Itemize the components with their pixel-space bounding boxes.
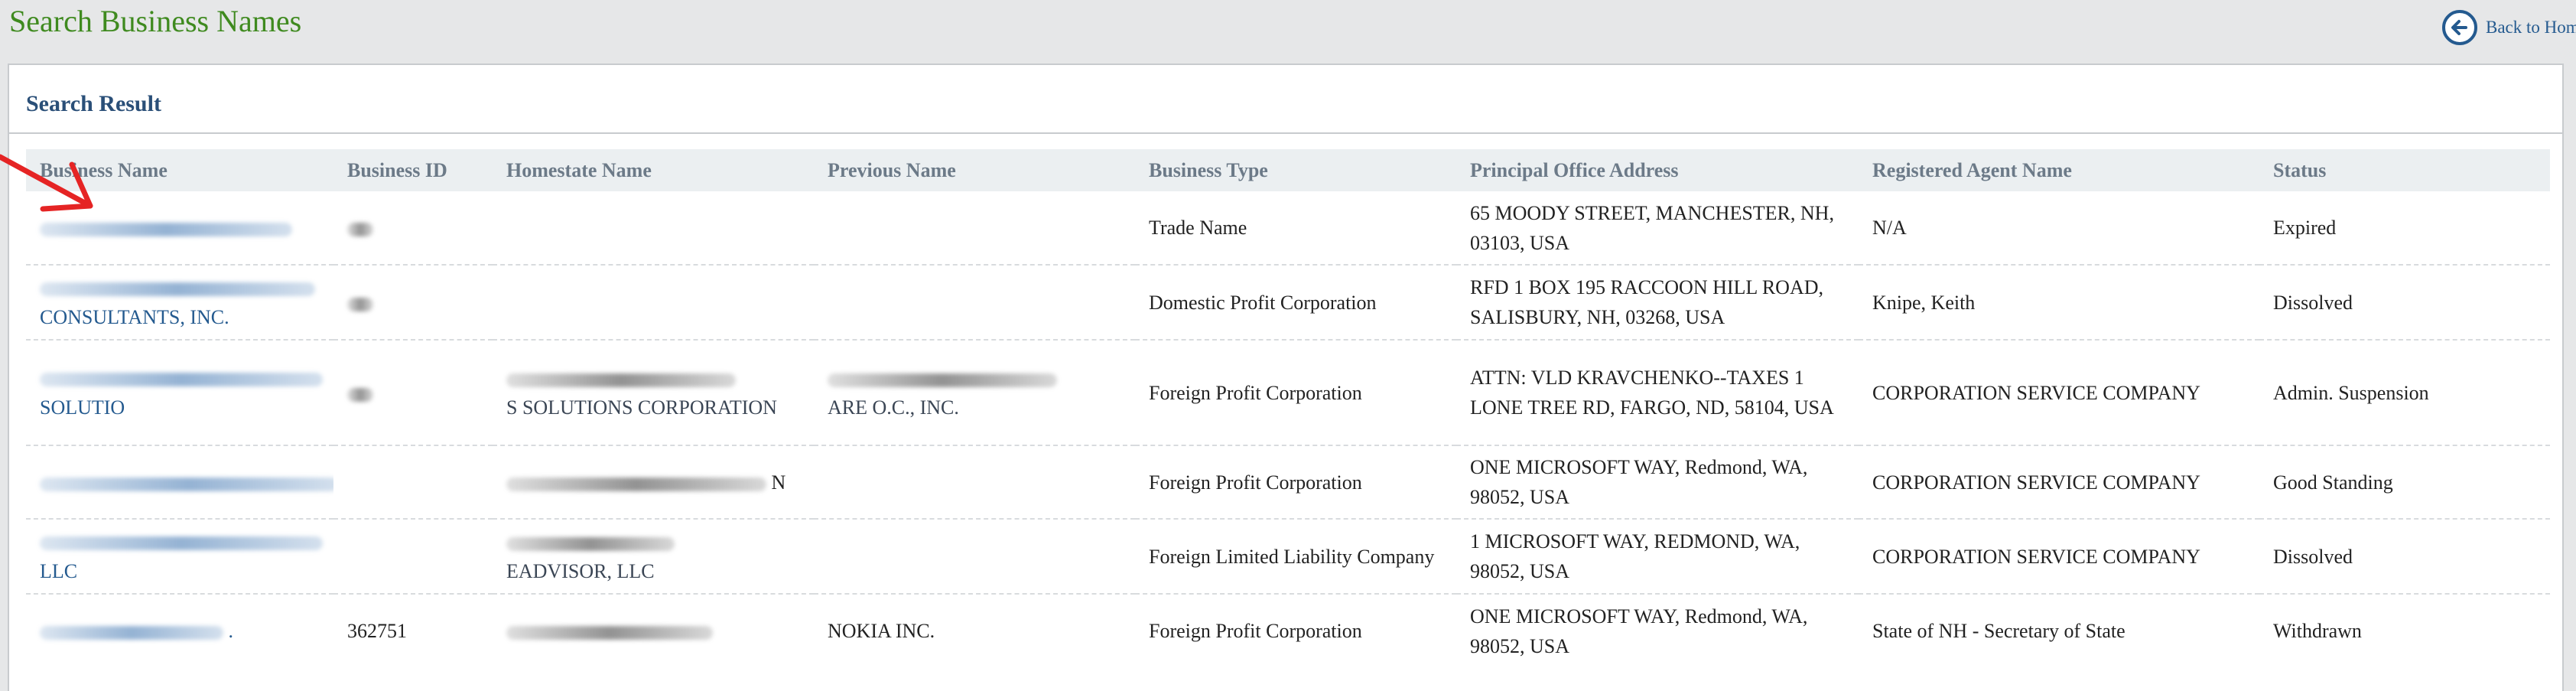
homestate-name-cell <box>493 191 814 266</box>
panel-divider <box>9 132 2562 134</box>
search-result-panel: Search Result Business Name Business ID … <box>8 64 2564 691</box>
column-header-registered-agent-name: Registered Agent Name <box>1859 149 2259 191</box>
registered-agent-name-cell: Knipe, Keith <box>1859 265 2259 341</box>
previous-name-text: ARE O.C., INC. <box>828 396 959 419</box>
business-type-cell: Foreign Profit Corporation <box>1135 340 1456 446</box>
redacted-business-name[interactable] <box>40 536 323 551</box>
homestate-name-cell <box>493 265 814 341</box>
redacted-homestate-name <box>506 536 675 551</box>
business-name-cell[interactable]: CONSULTANTS, INC. <box>26 265 333 341</box>
redacted-business-id <box>347 387 373 402</box>
previous-name-cell <box>814 191 1135 266</box>
homestate-name-cell: N <box>493 445 814 520</box>
registered-agent-name-cell: State of NH - Secretary of State <box>1872 620 2126 642</box>
business-name-link[interactable]: LLC <box>40 560 77 582</box>
registered-agent-name-cell: CORPORATION SERVICE COMPANY <box>1859 519 2259 595</box>
business-name-cell[interactable]: SOLUTIO <box>26 340 333 446</box>
previous-name-cell: NOKIA INC. <box>828 620 935 642</box>
principal-office-address-cell: ATTN: VLD KRAVCHENKO--TAXES 1 LONE TREE … <box>1456 340 1859 446</box>
redacted-business-id <box>347 223 373 237</box>
status-cell: Dissolved <box>2259 519 2550 595</box>
business-id-cell <box>333 519 493 595</box>
principal-office-address-cell: RFD 1 BOX 195 RACCOON HILL ROAD, SALISBU… <box>1456 265 1859 341</box>
redacted-homestate-name <box>506 626 713 640</box>
registered-agent-name-cell: CORPORATION SERVICE COMPANY <box>1859 445 2259 520</box>
table-row[interactable]: N Foreign Profit Corporation ONE MICROSO… <box>26 445 2550 520</box>
principal-office-address-cell: ONE MICROSOFT WAY, Redmond, WA, 98052, U… <box>1470 605 1808 657</box>
redacted-business-name[interactable] <box>40 477 333 491</box>
redacted-previous-name <box>828 373 1057 387</box>
business-name-link[interactable]: SOLUTIO <box>40 396 125 419</box>
status-cell: Good Standing <box>2259 445 2550 520</box>
redacted-business-name[interactable] <box>40 282 315 297</box>
business-id-cell <box>333 265 493 341</box>
table-row[interactable]: SOLUTIO S SOLUTIONS CORPORATION ARE O.C.… <box>26 340 2550 446</box>
status-cell: Admin. Suspension <box>2259 340 2550 446</box>
business-name-cell[interactable]: LLC <box>26 519 333 595</box>
homestate-name-cell <box>493 594 814 667</box>
column-header-business-type: Business Type <box>1135 149 1456 191</box>
search-result-heading: Search Result <box>26 91 161 116</box>
column-header-principal-office-address: Principal Office Address <box>1456 149 1859 191</box>
status-cell: Expired <box>2259 191 2550 266</box>
business-type-cell: Trade Name <box>1135 191 1456 266</box>
business-name-cell[interactable]: . <box>26 594 333 667</box>
table-row[interactable]: CONSULTANTS, INC. Domestic Profit Corpor… <box>26 265 2550 341</box>
column-header-previous-name: Previous Name <box>814 149 1135 191</box>
back-arrow-circle-icon <box>2442 10 2477 45</box>
principal-office-address-cell: ONE MICROSOFT WAY, Redmond, WA, 98052, U… <box>1456 445 1859 520</box>
homestate-name-cell: EADVISOR, LLC <box>493 519 814 595</box>
table-row[interactable]: . 362751 NOKIA INC. Foreign Profit Corpo… <box>26 594 2550 667</box>
business-id-cell: 362751 <box>347 620 407 642</box>
registered-agent-name-cell: N/A <box>1859 191 2259 266</box>
business-name-cell[interactable] <box>26 445 333 520</box>
principal-office-address-cell: 65 MOODY STREET, MANCHESTER, NH, 03103, … <box>1456 191 1859 266</box>
table-header-row: Business Name Business ID Homestate Name… <box>26 149 2550 191</box>
column-header-homestate-name: Homestate Name <box>493 149 814 191</box>
table-row[interactable]: Trade Name 65 MOODY STREET, MANCHESTER, … <box>26 191 2550 266</box>
previous-name-cell <box>814 265 1135 341</box>
table-row[interactable]: LLC EADVISOR, LLC Foreign Limited Liabil… <box>26 519 2550 595</box>
previous-name-cell <box>814 519 1135 595</box>
back-to-home-label[interactable]: Back to Home <box>2486 18 2576 37</box>
status-cell: Dissolved <box>2259 265 2550 341</box>
column-header-status: Status <box>2259 149 2550 191</box>
business-name-link[interactable]: CONSULTANTS, INC. <box>40 306 229 328</box>
business-id-cell <box>333 340 493 446</box>
previous-name-cell <box>814 445 1135 520</box>
homestate-name-cell: S SOLUTIONS CORPORATION <box>493 340 814 446</box>
previous-name-cell: ARE O.C., INC. <box>814 340 1135 446</box>
business-id-cell <box>333 191 493 266</box>
business-type-cell: Foreign Limited Liability Company <box>1135 519 1456 595</box>
homestate-name-text: S SOLUTIONS CORPORATION <box>506 396 777 419</box>
redacted-homestate-name <box>506 477 766 491</box>
registered-agent-name-cell: CORPORATION SERVICE COMPANY <box>1859 340 2259 446</box>
homestate-name-text: EADVISOR, LLC <box>506 559 655 582</box>
redacted-business-name[interactable] <box>40 626 223 640</box>
business-type-cell: Foreign Profit Corporation <box>1135 445 1456 520</box>
business-name-link[interactable]: . <box>229 620 234 642</box>
redacted-business-name[interactable] <box>40 373 323 387</box>
column-header-business-id: Business ID <box>333 149 493 191</box>
page-title: Search Business Names <box>9 4 302 38</box>
business-type-cell: Foreign Profit Corporation <box>1149 620 1362 642</box>
red-arrow-icon <box>0 154 93 212</box>
back-to-home-link[interactable]: Back to Home <box>2440 6 2576 49</box>
business-type-cell: Domestic Profit Corporation <box>1135 265 1456 341</box>
results-table: Business Name Business ID Homestate Name… <box>26 149 2550 667</box>
principal-office-address-cell: 1 MICROSOFT WAY, REDMOND, WA, 98052, USA <box>1456 519 1859 595</box>
status-cell: Withdrawn <box>2273 620 2362 642</box>
homestate-name-text: N <box>771 471 786 494</box>
business-id-cell <box>333 445 493 520</box>
redacted-business-id <box>347 297 373 311</box>
redacted-homestate-name <box>506 373 736 387</box>
